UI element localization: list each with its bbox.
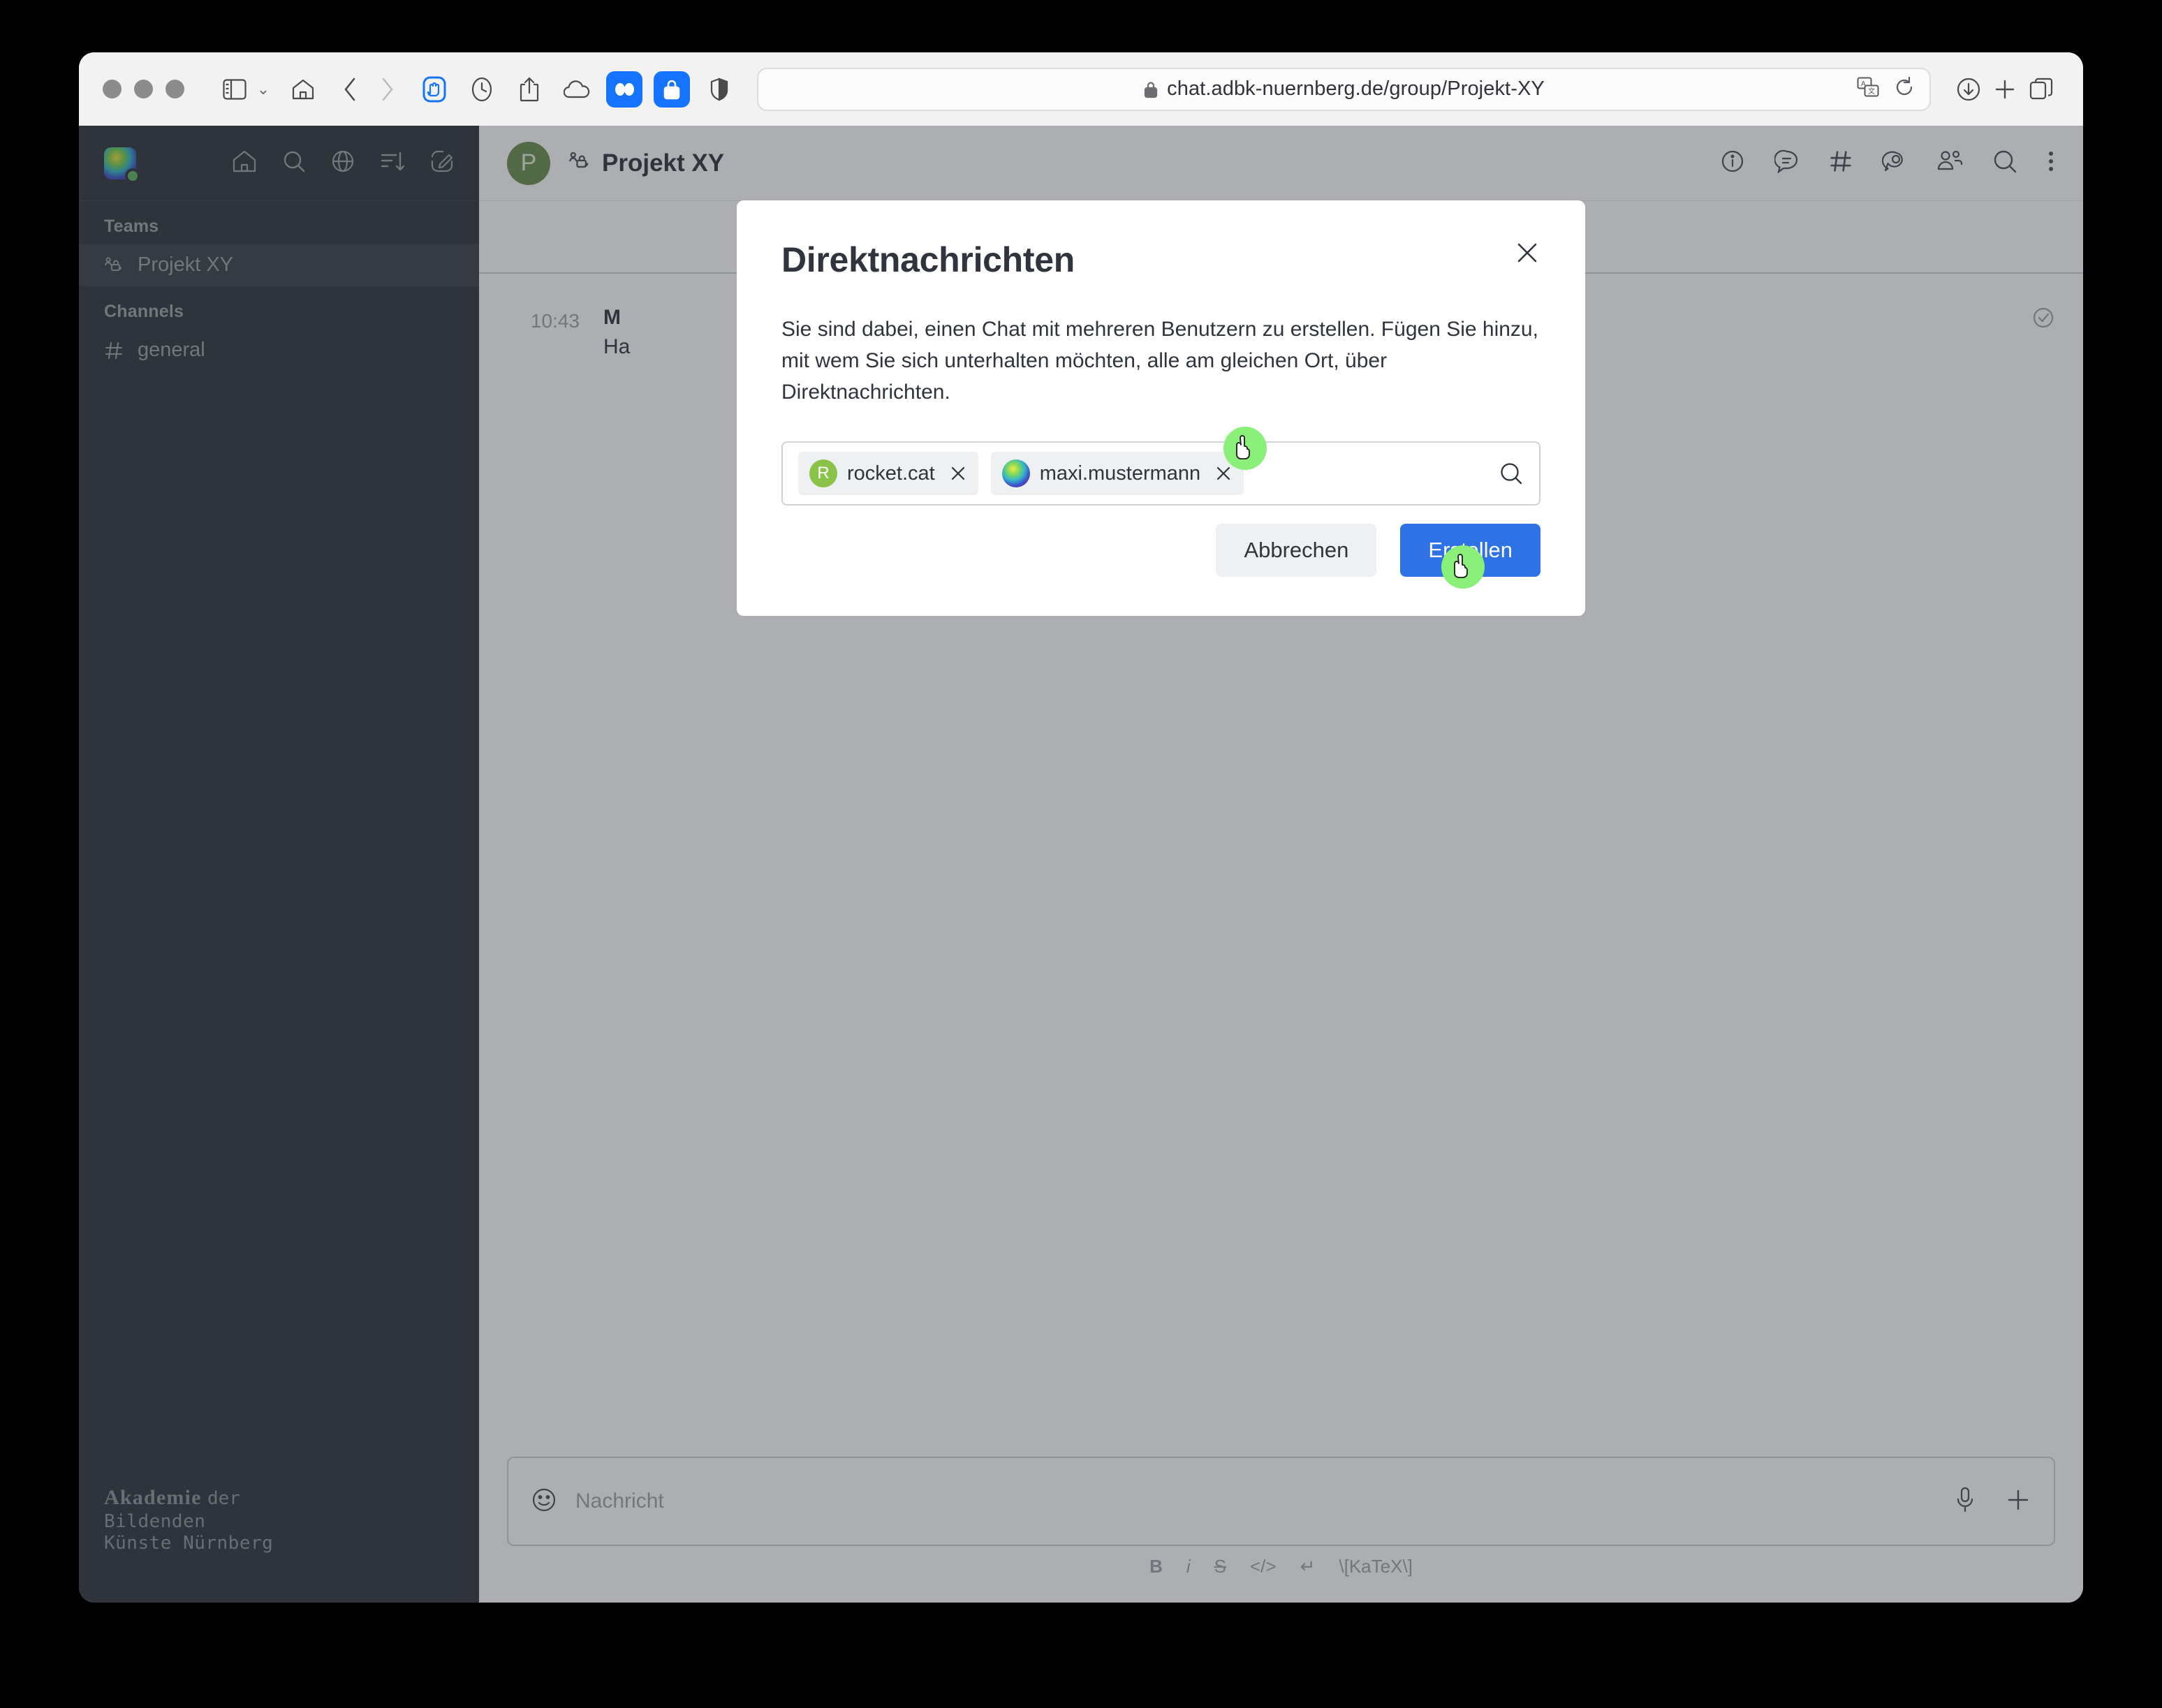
- chevron-down-icon[interactable]: ⌄: [253, 80, 274, 98]
- remove-chip-x-icon[interactable]: [1214, 464, 1233, 483]
- chip-avatar: [1001, 459, 1030, 487]
- window-traffic-lights[interactable]: [103, 80, 184, 98]
- chip-label: rocket.cat: [847, 462, 935, 485]
- forward-chevron-icon[interactable]: [369, 71, 405, 108]
- chip-maxi-mustermann[interactable]: maxi.mustermann: [990, 452, 1244, 495]
- home-icon[interactable]: [285, 71, 321, 108]
- direct-messages-modal: Direktnachrichten Sie sind dabei, einen …: [737, 200, 1585, 616]
- address-bar[interactable]: chat.adbk-nuernberg.de/group/Projekt-XY …: [757, 67, 1931, 111]
- chip-label: maxi.mustermann: [1039, 462, 1201, 485]
- share-icon[interactable]: [511, 71, 547, 108]
- history-clock-icon[interactable]: [464, 71, 500, 108]
- translate-icon[interactable]: A 文: [1857, 77, 1879, 101]
- remove-chip-x-icon[interactable]: [949, 464, 967, 483]
- browser-toolbar: ⌄ chat.adbk-nuernberg.de/group/Projekt-X…: [79, 52, 2083, 126]
- plus-icon[interactable]: [1987, 71, 2023, 108]
- cancel-button[interactable]: Abbrechen: [1216, 524, 1377, 577]
- chip-rocket-cat[interactable]: R rocket.cat: [798, 452, 978, 495]
- modal-description: Sie sind dabei, einen Chat mit mehreren …: [781, 318, 1538, 404]
- lock-password-icon[interactable]: [654, 71, 690, 108]
- user-select-field[interactable]: R rocket.cat maxi.mustermann: [781, 441, 1540, 506]
- padlock-icon: [1143, 80, 1159, 98]
- search-icon[interactable]: [1499, 461, 1524, 486]
- shield-privacy-icon[interactable]: [701, 71, 737, 108]
- maximize-window-button[interactable]: [166, 80, 184, 98]
- browser-window: ⌄ chat.adbk-nuernberg.de/group/Projekt-X…: [79, 52, 2083, 1603]
- sidebar-toggle-icon[interactable]: [216, 71, 253, 108]
- url-text: chat.adbk-nuernberg.de/group/Projekt-XY: [1167, 78, 1545, 100]
- chip-avatar: R: [809, 459, 837, 487]
- reload-icon[interactable]: [1895, 76, 1914, 101]
- dropbox-icon[interactable]: [606, 71, 642, 108]
- close-x-icon[interactable]: [1514, 240, 1540, 270]
- modal-actions: Abbrechen Erstellen: [1216, 524, 1540, 577]
- back-chevron-icon[interactable]: [332, 71, 369, 108]
- close-window-button[interactable]: [103, 80, 122, 98]
- svg-text:文: 文: [1868, 87, 1875, 96]
- tab-overview-icon[interactable]: [2023, 71, 2059, 108]
- create-button[interactable]: Erstellen: [1400, 524, 1540, 577]
- cloud-icon[interactable]: [559, 71, 595, 108]
- hand-extension-icon[interactable]: [416, 71, 453, 108]
- downloads-icon[interactable]: [1950, 71, 1987, 108]
- minimize-window-button[interactable]: [134, 80, 153, 98]
- modal-title: Direktnachrichten: [781, 240, 1075, 279]
